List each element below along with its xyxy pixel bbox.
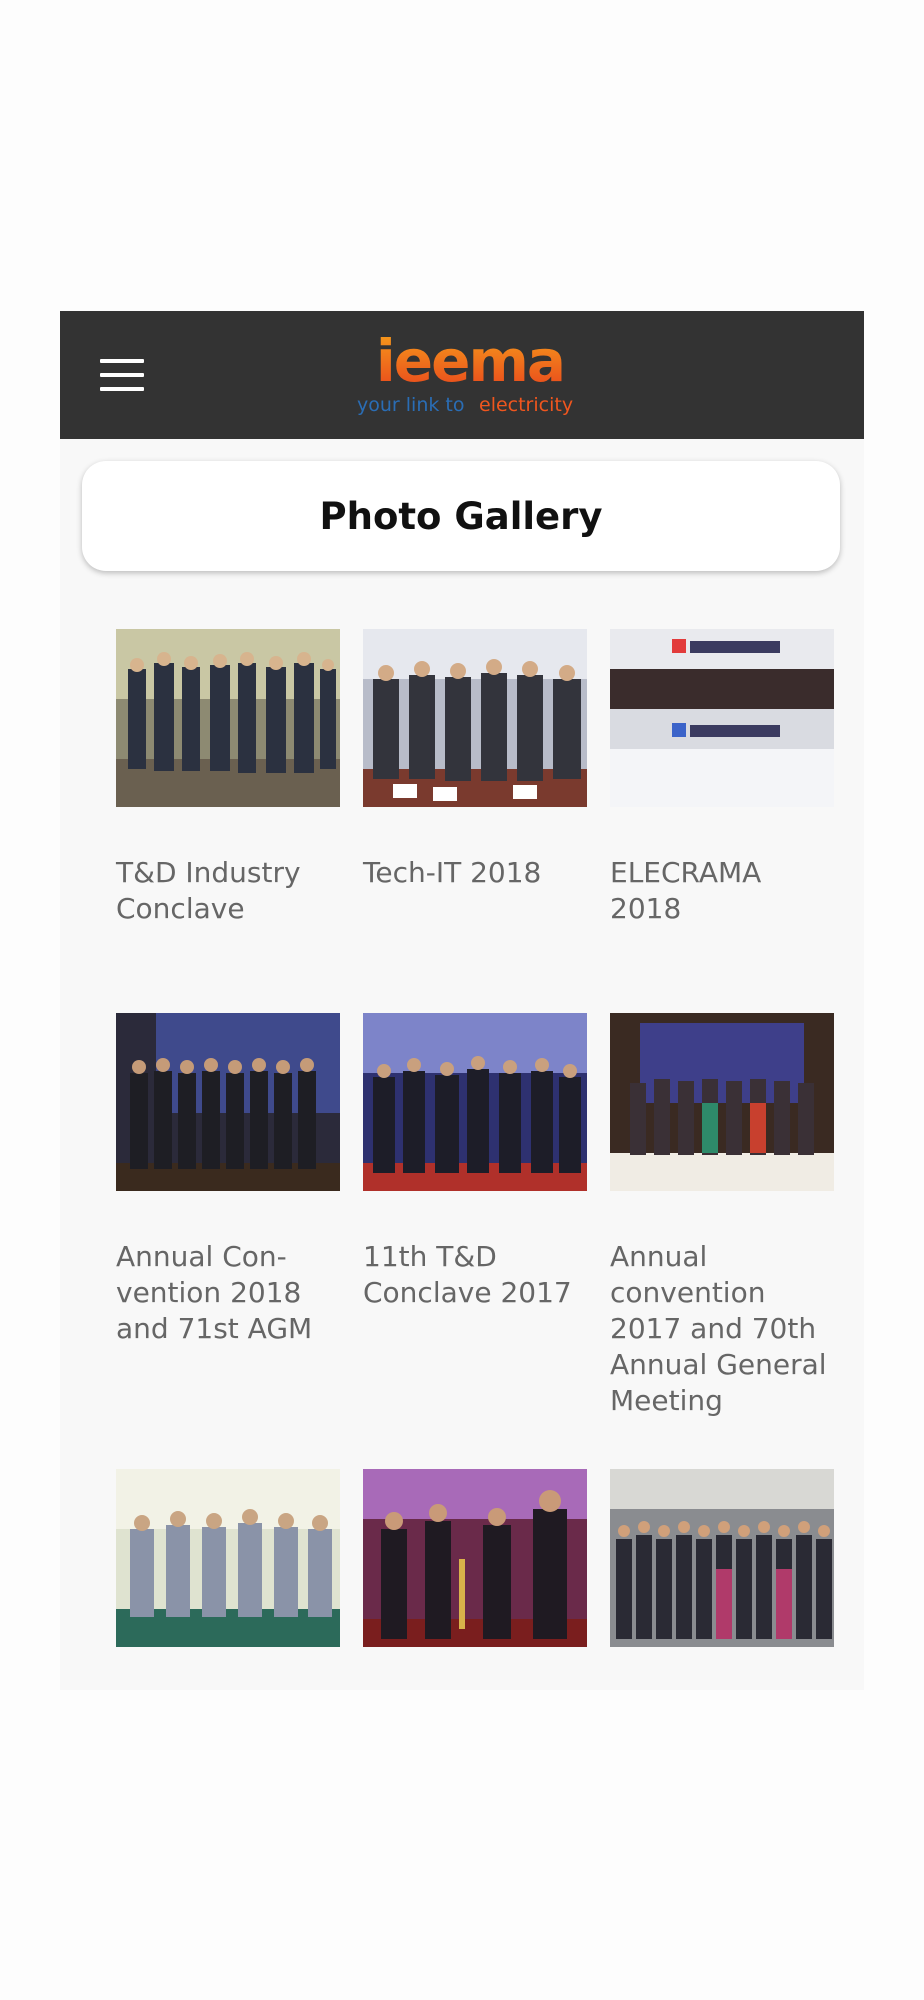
photo-image bbox=[363, 1013, 587, 1191]
gallery-caption[interactable]: Annual Con-vention 2018 and 71st AGM bbox=[116, 1239, 340, 1347]
gallery-item[interactable]: Annual convention 2017 and 70th Annual G… bbox=[610, 1013, 834, 1419]
photo-image bbox=[610, 1013, 834, 1191]
gallery-caption[interactable]: Tech-IT 2018 bbox=[363, 855, 587, 891]
gallery-item[interactable]: ELECRAMA 2018 bbox=[610, 629, 834, 927]
gallery-caption[interactable]: 11th T&D Conclave 2017 bbox=[363, 1239, 587, 1311]
gallery-item[interactable] bbox=[363, 1469, 587, 1695]
photo-image bbox=[363, 629, 587, 807]
gallery-thumbnail[interactable] bbox=[610, 1013, 834, 1191]
gallery-thumbnail[interactable] bbox=[116, 1013, 340, 1191]
gallery-thumbnail[interactable] bbox=[610, 1469, 834, 1647]
photo-image bbox=[610, 629, 834, 807]
photo-image bbox=[116, 629, 340, 807]
gallery-item[interactable]: T&D Industry Conclave bbox=[116, 629, 340, 927]
photo-image bbox=[363, 1469, 587, 1647]
gallery-item[interactable] bbox=[116, 1469, 340, 1695]
photo-image bbox=[116, 1013, 340, 1191]
gallery-caption[interactable]: Annual convention 2017 and 70th Annual G… bbox=[610, 1239, 834, 1419]
gallery-thumbnail[interactable] bbox=[363, 1013, 587, 1191]
gallery-caption[interactable]: ELECRAMA 2018 bbox=[610, 855, 834, 927]
gallery-item[interactable] bbox=[610, 1469, 834, 1695]
gallery-item[interactable]: Tech-IT 2018 bbox=[363, 629, 587, 891]
gallery-thumbnail[interactable] bbox=[116, 629, 340, 807]
gallery-item[interactable]: 11th T&D Conclave 2017 bbox=[363, 1013, 587, 1311]
photo-gallery-grid: T&D Industry Conclave Tech-IT 2018 ELECR… bbox=[60, 311, 864, 1690]
gallery-thumbnail[interactable] bbox=[363, 1469, 587, 1647]
app-frame: ieema your link to electricity Photo Gal… bbox=[60, 311, 864, 1690]
gallery-thumbnail[interactable] bbox=[116, 1469, 340, 1647]
photo-image bbox=[610, 1469, 834, 1647]
gallery-thumbnail[interactable] bbox=[363, 629, 587, 807]
gallery-caption[interactable]: T&D Industry Conclave bbox=[116, 855, 340, 927]
gallery-item[interactable]: Annual Con-vention 2018 and 71st AGM bbox=[116, 1013, 340, 1347]
photo-image bbox=[116, 1469, 340, 1647]
gallery-thumbnail[interactable] bbox=[610, 629, 834, 807]
